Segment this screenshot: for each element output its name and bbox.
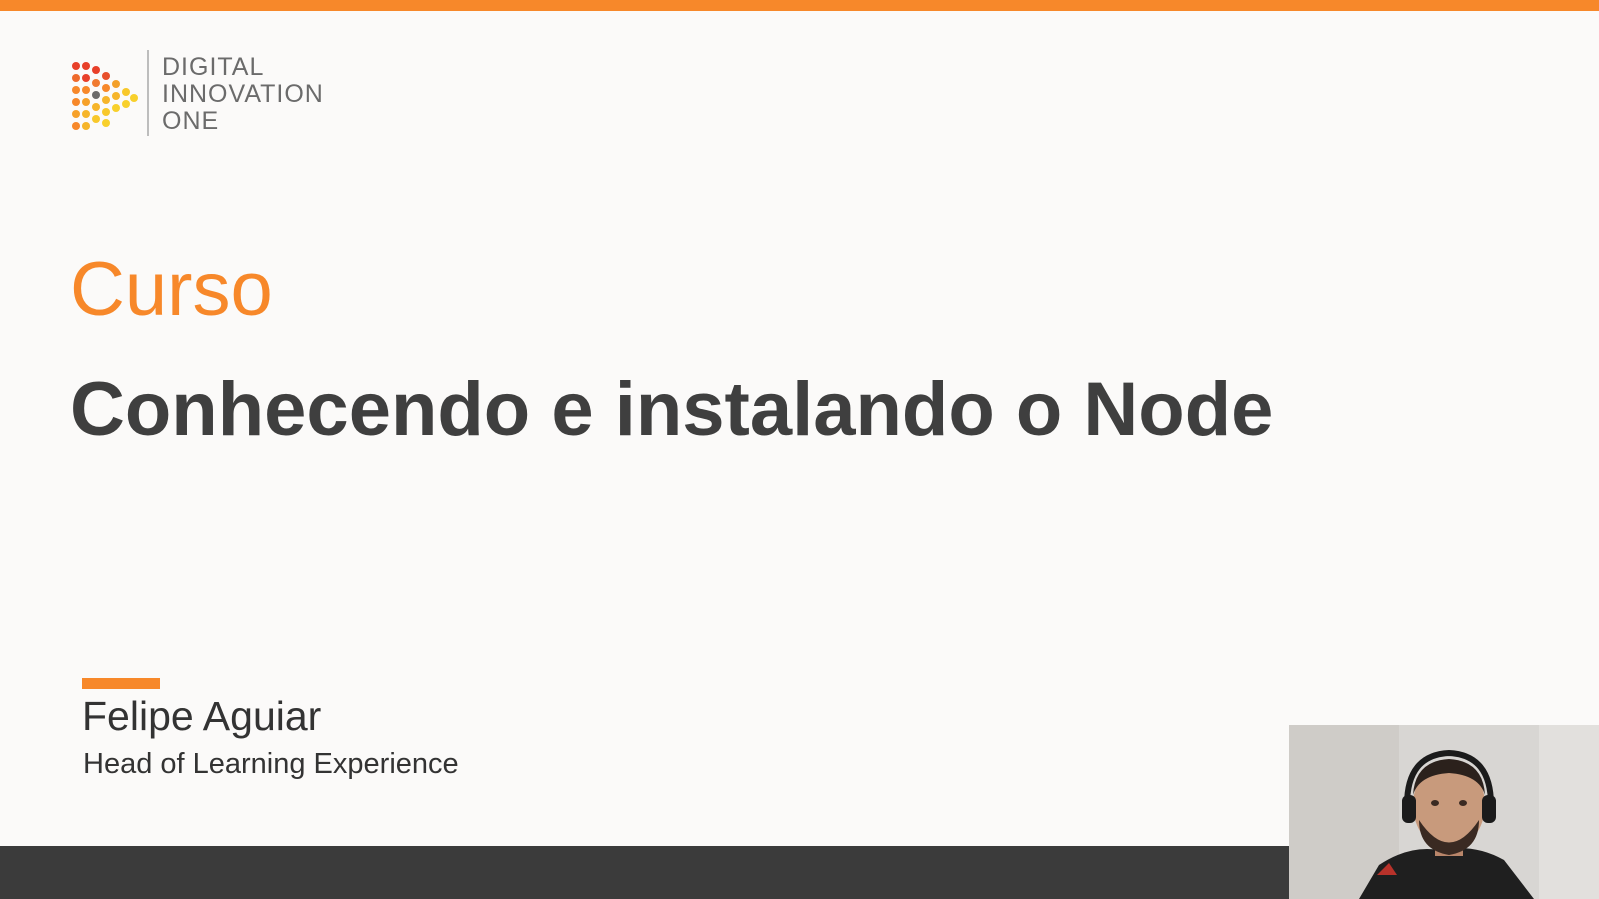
logo-line-1: DIGITAL xyxy=(162,53,265,81)
logo-wordmark: DIGITAL INNOVATION ONE xyxy=(162,54,324,135)
dotted-triangle-logo-icon xyxy=(72,62,138,130)
top-accent-bar xyxy=(0,0,1599,11)
presenter-accent-bar xyxy=(82,678,160,689)
logo-line-3: ONE xyxy=(162,107,220,135)
logo-divider xyxy=(147,50,149,136)
digital-innovation-one-logo: DIGITAL INNOVATION ONE xyxy=(70,50,350,140)
presenter-webcam-image xyxy=(1289,725,1599,899)
webcam-overlay xyxy=(1289,725,1599,899)
course-title: Conhecendo e instalando o Node xyxy=(70,367,1274,452)
logo-line-2: INNOVATION xyxy=(162,80,324,108)
course-label: Curso xyxy=(70,247,273,332)
presenter-name: Felipe Aguiar xyxy=(82,693,322,739)
presenter-role: Head of Learning Experience xyxy=(83,748,459,780)
